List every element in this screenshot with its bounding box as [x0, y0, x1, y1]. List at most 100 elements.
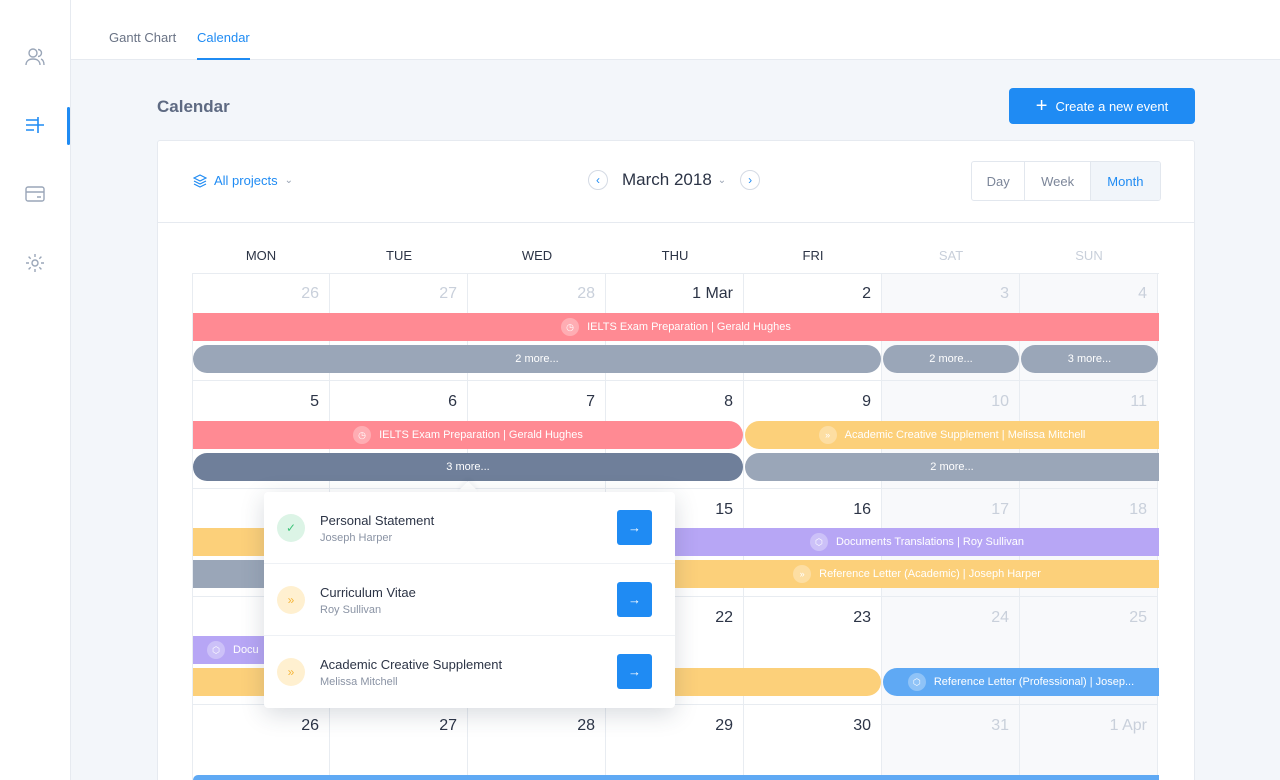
create-event-button[interactable]: + Create a new event [1009, 88, 1195, 124]
weekday-fri: FRI [802, 248, 824, 263]
more-events-pill[interactable]: 3 more... [1021, 345, 1158, 373]
view-week-button[interactable]: Week [1025, 162, 1091, 200]
day-cell[interactable]: 29 [606, 705, 744, 780]
arrow-right-icon: → [628, 592, 641, 607]
day-cell[interactable]: 30 [744, 705, 882, 780]
month-picker[interactable]: March 2018 ⌄ [622, 170, 726, 190]
popup-item[interactable]: ✓ Personal Statement Joseph Harper → [264, 492, 675, 564]
view-switch: Day Week Month [971, 161, 1161, 201]
event-bar[interactable] [193, 668, 273, 696]
card-icon[interactable] [22, 181, 48, 207]
day-number: 7 [586, 393, 595, 410]
day-number: 31 [991, 717, 1009, 734]
view-month-button[interactable]: Month [1090, 162, 1160, 200]
day-number: 17 [991, 501, 1009, 518]
month-navigation: ‹ March 2018 ⌄ › [588, 170, 761, 190]
cube-icon: ⬡ [809, 533, 828, 551]
users-icon[interactable] [22, 44, 48, 70]
day-number: 25 [1129, 609, 1147, 626]
plus-icon: + [1035, 95, 1048, 117]
popup-item[interactable]: » Academic Creative Supplement Melissa M… [264, 636, 675, 708]
cube-icon: ⬡ [207, 641, 225, 659]
event-bar[interactable] [675, 668, 881, 696]
settings-icon[interactable] [22, 250, 48, 276]
day-cell[interactable]: 26 [192, 705, 330, 780]
event-bar[interactable]: » Academic Creative Supplement | Melissa… [745, 421, 1159, 449]
double-chevron-icon: » [818, 426, 837, 444]
next-month-button[interactable]: › [740, 170, 761, 190]
event-bar[interactable] [193, 528, 273, 556]
more-label: 3 more... [446, 461, 490, 473]
day-number: 29 [715, 717, 733, 734]
more-label: 3 more... [1067, 353, 1112, 365]
event-bar[interactable] [193, 560, 273, 588]
day-number: 6 [448, 393, 457, 410]
event-bar[interactable]: ◷ IELTS Exam Preparation | Gerald Hughes [193, 313, 1159, 341]
day-number: 1 Mar [692, 285, 733, 302]
day-cell[interactable]: 31 [882, 705, 1020, 780]
event-label: Reference Letter (Academic) | Joseph Har… [819, 568, 1041, 580]
event-bar[interactable]: ⬡ Docu [193, 636, 273, 664]
active-indicator [67, 107, 70, 145]
day-number: 27 [439, 717, 457, 734]
event-bar[interactable] [193, 775, 1159, 780]
day-number: 28 [577, 717, 595, 734]
cube-icon: ⬡ [907, 673, 926, 691]
day-number: 1 Apr [1109, 717, 1147, 734]
day-number: 3 [1000, 285, 1009, 302]
event-label: Academic Creative Supplement | Melissa M… [844, 429, 1086, 441]
event-label: Reference Letter (Professional) | Josep.… [933, 676, 1135, 688]
more-events-pill[interactable]: 2 more... [883, 345, 1019, 373]
tab-calendar[interactable]: Calendar [197, 30, 250, 60]
more-events-pill[interactable]: 2 more... [193, 345, 881, 373]
day-number: 26 [301, 285, 319, 302]
day-number: 27 [439, 285, 457, 302]
popup-item-person: Melissa Mitchell [320, 676, 398, 688]
event-bar[interactable]: ◷ IELTS Exam Preparation | Gerald Hughes [193, 421, 743, 449]
event-label: IELTS Exam Preparation | Gerald Hughes [587, 321, 791, 333]
open-event-button[interactable]: → [617, 582, 652, 617]
event-label: Docu [233, 644, 259, 656]
arrow-right-icon: → [628, 520, 641, 535]
day-number: 15 [715, 501, 733, 518]
more-label: 2 more... [515, 353, 559, 365]
projects-label: All projects [214, 173, 278, 188]
popup-item-title: Academic Creative Supplement [320, 657, 503, 672]
double-chevron-icon: » [793, 565, 812, 583]
popup-item-person: Roy Sullivan [320, 604, 382, 616]
double-chevron-icon: » [277, 658, 305, 686]
day-number: 5 [310, 393, 319, 410]
open-event-button[interactable]: → [617, 510, 652, 545]
day-number: 4 [1138, 285, 1147, 302]
popup-item[interactable]: » Curriculum Vitae Roy Sullivan → [264, 564, 675, 636]
projects-dropdown[interactable]: All projects ⌄ [193, 173, 293, 188]
event-bar[interactable]: ⬡ Reference Letter (Professional) | Jose… [883, 668, 1159, 696]
day-number: 2 [862, 285, 871, 302]
more-events-pill[interactable]: 3 more... [193, 453, 743, 481]
weekday-sat: SAT [938, 248, 964, 263]
chevron-down-icon: ⌄ [284, 175, 293, 186]
more-events-pill[interactable]: 2 more... [745, 453, 1159, 481]
timeline-icon[interactable] [22, 112, 48, 138]
day-cell[interactable]: 28 [468, 705, 606, 780]
sidebar [0, 0, 71, 780]
day-number: 18 [1129, 501, 1147, 518]
day-cell[interactable]: 27 [330, 705, 468, 780]
day-number: 26 [301, 717, 319, 734]
event-bar[interactable]: » Reference Letter (Academic) | Joseph H… [675, 560, 1159, 588]
calendar-toolbar: All projects ⌄ ‹ March 2018 ⌄ › Day Week… [158, 141, 1194, 223]
chevron-down-icon: ⌄ [717, 174, 727, 186]
more-label: 2 more... [930, 461, 974, 473]
prev-month-button[interactable]: ‹ [588, 170, 608, 190]
create-event-label: Create a new event [1055, 98, 1169, 114]
tab-gantt-chart[interactable]: Gantt Chart [109, 30, 176, 60]
day-cell[interactable]: 1 Apr [1020, 705, 1158, 780]
event-bar[interactable]: ⬡ Documents Translations | Roy Sullivan [675, 528, 1159, 556]
day-number: 16 [853, 501, 871, 518]
more-events-popup: ✓ Personal Statement Joseph Harper → » C… [264, 492, 675, 708]
view-day-button[interactable]: Day [972, 162, 1026, 200]
clock-icon: ◷ [353, 426, 372, 444]
open-event-button[interactable]: → [617, 654, 652, 689]
weekday-sun: SUN [1075, 248, 1103, 263]
popup-item-title: Curriculum Vitae [320, 585, 416, 600]
